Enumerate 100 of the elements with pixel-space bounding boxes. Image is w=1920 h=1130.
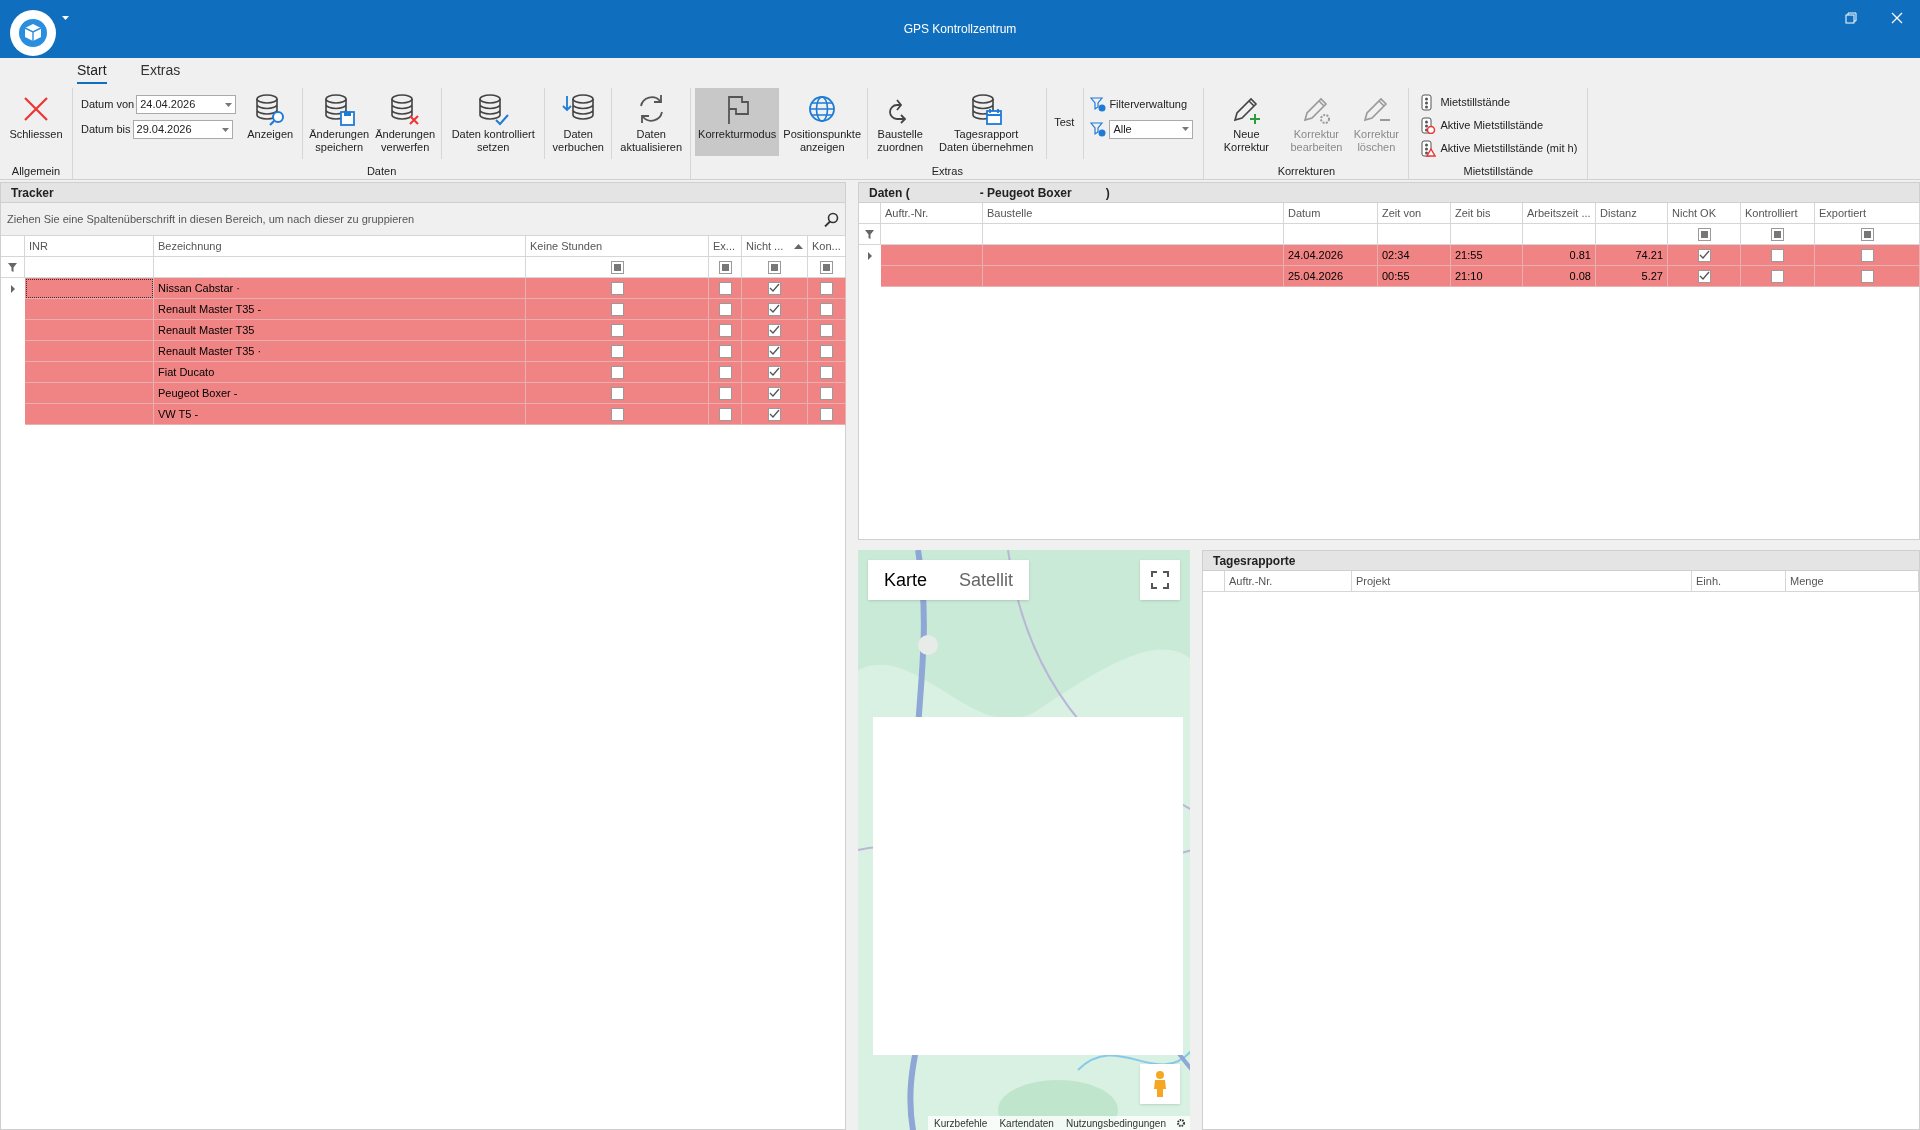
checkbox[interactable] [718, 281, 732, 295]
ribbon-button[interactable]: Positionspunkte anzeigen [781, 88, 864, 156]
checkbox[interactable] [820, 386, 833, 400]
ribbon-tab[interactable]: Start [77, 60, 107, 84]
street-view-button[interactable] [1140, 1064, 1180, 1104]
checkbox[interactable] [718, 344, 732, 358]
checkbox[interactable] [768, 386, 781, 400]
map-type-tab[interactable]: Karte [868, 560, 944, 600]
column-header[interactable]: Ex... [709, 236, 742, 256]
checkbox[interactable] [718, 386, 732, 400]
ribbon-button[interactable]: Änderungen verwerfen [373, 88, 438, 156]
checkbox[interactable] [820, 407, 833, 421]
gear-icon[interactable] [1176, 1118, 1186, 1128]
column-header[interactable]: Distanz [1596, 203, 1668, 223]
date-field[interactable]: 24.04.2026 [136, 95, 237, 114]
column-header[interactable]: Bezeichnung [154, 236, 526, 256]
checkbox[interactable] [820, 344, 833, 358]
column-header[interactable]: Kontrolliert [1741, 203, 1815, 223]
app-logo[interactable] [10, 10, 56, 56]
ribbon-button[interactable]: Baustelle zuordnen [872, 88, 929, 156]
column-header[interactable]: Projekt [1352, 571, 1692, 591]
column-header[interactable]: Exportiert [1815, 203, 1920, 223]
column-header[interactable]: Kon... [808, 236, 846, 256]
table-cell: 0.08 [1523, 266, 1596, 287]
ribbon-list-item[interactable]: Mietstillstände [1419, 94, 1578, 111]
checkbox[interactable] [610, 386, 624, 400]
column-header[interactable]: Auftr.-Nr. [881, 203, 983, 223]
column-header[interactable]: Zeit von [1378, 203, 1451, 223]
filter-checkbox[interactable] [1697, 227, 1711, 241]
filter-checkbox[interactable] [768, 260, 781, 274]
checkbox[interactable] [718, 323, 732, 337]
column-header[interactable]: Arbeitszeit ... [1523, 203, 1596, 223]
group-label: Daten [366, 164, 397, 179]
checkbox[interactable] [718, 302, 732, 316]
caret-icon [1182, 127, 1190, 131]
column-header[interactable]: INR [25, 236, 154, 256]
panel-title: ) [1105, 184, 1110, 202]
checkbox[interactable] [610, 365, 624, 379]
filter-checkbox[interactable] [820, 260, 833, 274]
ribbon-button[interactable]: Daten kontrolliert setzen [446, 88, 541, 156]
checkbox[interactable] [768, 365, 781, 379]
column-header[interactable]: Nicht OK [1668, 203, 1741, 223]
checkbox[interactable] [820, 281, 833, 295]
checkbox[interactable] [610, 302, 624, 316]
column-header[interactable]: Keine Stunden [526, 236, 709, 256]
checkbox[interactable] [1771, 269, 1784, 283]
ribbon-list-item[interactable]: Aktive Mietstillstände (mit h) [1419, 140, 1578, 157]
filter-checkbox[interactable] [718, 260, 732, 274]
filter-dropdown[interactable]: Alle [1109, 119, 1194, 139]
map-type-tab[interactable]: Satellit [943, 560, 1030, 600]
column-header[interactable]: Baustelle [983, 203, 1284, 223]
checkbox[interactable] [768, 407, 781, 421]
check-icon [769, 409, 780, 419]
date-field[interactable]: 29.04.2026 [132, 120, 233, 139]
ribbon-button[interactable]: Schliessen [4, 88, 68, 156]
checkbox[interactable] [610, 344, 624, 358]
filter-management-button[interactable]: Filterverwaltung [1090, 96, 1194, 113]
search-icon[interactable] [824, 211, 839, 227]
checkbox[interactable] [610, 281, 624, 295]
ribbon-tab[interactable]: Extras [140, 60, 181, 84]
checkbox[interactable] [610, 407, 624, 421]
checkbox[interactable] [768, 302, 781, 316]
filter-checkbox[interactable] [1771, 227, 1784, 241]
ribbon-button[interactable]: Neue Korrektur [1208, 88, 1285, 156]
checkbox[interactable] [718, 407, 732, 421]
checkbox[interactable] [1697, 269, 1711, 283]
ribbon-button[interactable]: Anzeigen [242, 88, 299, 156]
column-header[interactable]: Einh. [1692, 571, 1786, 591]
checkbox[interactable] [820, 323, 833, 337]
checkbox[interactable] [768, 323, 781, 337]
fullscreen-button[interactable] [1140, 560, 1180, 600]
checkbox[interactable] [1697, 248, 1711, 262]
database-check-icon [476, 92, 511, 126]
map-footer-link[interactable]: Nutzungsbedingungen [1059, 1115, 1172, 1130]
column-header[interactable]: Datum [1284, 203, 1378, 223]
ribbon-button[interactable]: Daten verbuchen [549, 88, 608, 156]
checkbox[interactable] [1860, 269, 1874, 283]
checkbox[interactable] [768, 344, 781, 358]
ribbon-button[interactable]: Daten aktualisieren [616, 88, 687, 156]
filter-checkbox[interactable] [610, 260, 624, 274]
checkbox[interactable] [1771, 248, 1784, 262]
column-header[interactable]: Zeit bis [1451, 203, 1523, 223]
checkbox[interactable] [718, 365, 732, 379]
ribbon-button[interactable]: Tagesrapport Daten übernehmen [930, 88, 1043, 156]
column-header[interactable]: Menge [1786, 571, 1919, 591]
map-footer-link[interactable]: Kurzbefehle [928, 1115, 994, 1130]
checkbox[interactable] [820, 302, 833, 316]
column-header[interactable]: Nicht ... [742, 236, 808, 256]
filter-checkbox[interactable] [1860, 227, 1874, 241]
checkbox[interactable] [768, 281, 781, 295]
check-icon [769, 388, 780, 398]
checkbox[interactable] [610, 323, 624, 337]
checkbox[interactable] [820, 365, 833, 379]
ribbon-button[interactable]: Änderungen speichern [307, 88, 372, 156]
ribbon-list-item[interactable]: Aktive Mietstillstände [1419, 117, 1578, 134]
test-button[interactable]: Test [1051, 114, 1078, 131]
checkbox[interactable] [1860, 248, 1874, 262]
column-header[interactable]: Auftr.-Nr. [1225, 571, 1352, 591]
ribbon-button[interactable]: Korrekturmodus [695, 88, 780, 156]
map-footer-link[interactable]: Kartendaten [993, 1115, 1060, 1130]
